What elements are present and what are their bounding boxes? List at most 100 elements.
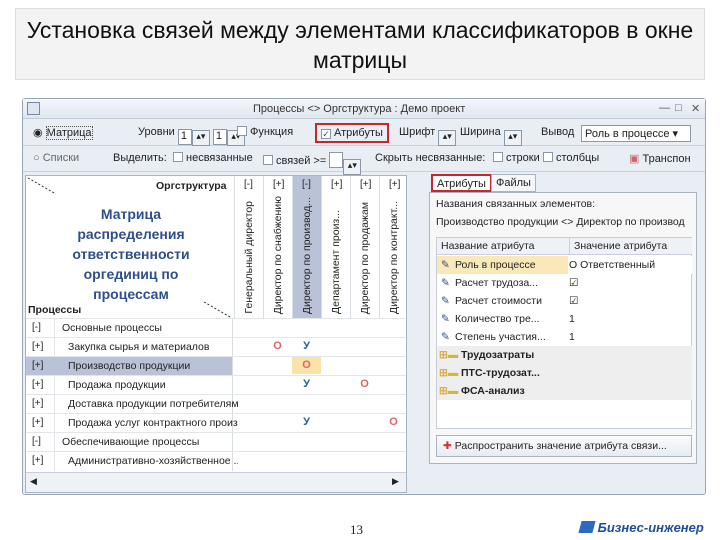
expand-toggle[interactable]: [-] bbox=[32, 322, 41, 333]
expand-toggle[interactable]: [+] bbox=[32, 379, 43, 390]
links-input[interactable] bbox=[329, 152, 344, 168]
level1-input[interactable]: 1 bbox=[177, 129, 192, 145]
attribute-group[interactable]: ⊞▬ ПТС-трудозат... bbox=[437, 364, 692, 382]
matrix-row[interactable]: [-] Основные процессы bbox=[26, 318, 406, 338]
page-number: 13 bbox=[350, 522, 363, 537]
expand-toggle[interactable]: [+] bbox=[360, 179, 371, 190]
row-label: Продажа услуг контрактного произ bbox=[68, 417, 238, 429]
expand-toggle[interactable]: [+] bbox=[389, 179, 400, 190]
column-header[interactable]: [-] Директор по производ... bbox=[292, 176, 321, 318]
function-checkbox[interactable]: Функция bbox=[237, 126, 293, 138]
column-header[interactable]: [+] Директор по контракт... bbox=[379, 176, 408, 318]
transpose-button[interactable]: ▣ Транспон bbox=[629, 152, 691, 165]
transpose-icon: ▣ bbox=[629, 153, 640, 165]
expand-toggle[interactable]: [+] bbox=[32, 417, 43, 428]
attribute-group[interactable]: ⊞▬ ФСА-анализ bbox=[437, 382, 692, 400]
level2-input[interactable]: 1 bbox=[212, 129, 227, 145]
matrix-cell[interactable]: У bbox=[292, 416, 321, 428]
attribute-name: Расчет трудоза... bbox=[455, 277, 539, 289]
rows-label: строки bbox=[506, 152, 540, 164]
tab-files[interactable]: Файлы bbox=[491, 174, 536, 192]
column-header[interactable]: [+] Департамент произ... bbox=[321, 176, 350, 318]
width-control[interactable]: Ширина ▴▾ bbox=[460, 126, 522, 146]
minimize-button[interactable]: — bbox=[659, 102, 670, 114]
window-title: Процессы <> Оргструктура : Демо проект bbox=[253, 103, 466, 115]
font-control[interactable]: Шрифт ▴▾ bbox=[399, 126, 457, 146]
expand-toggle[interactable]: [-] bbox=[302, 179, 311, 190]
spread-value-button[interactable]: ✚ Распространить значение атрибута связи… bbox=[436, 435, 692, 457]
matrix-cell[interactable]: О bbox=[350, 378, 379, 390]
matrix-cell[interactable]: У bbox=[292, 378, 321, 390]
linked-value: Производство продукции <> Директор по пр… bbox=[436, 216, 685, 228]
column-header[interactable]: [-] Генеральный директор bbox=[234, 176, 263, 318]
expand-toggle[interactable]: [-] bbox=[244, 179, 253, 190]
attribute-icon: ✎ bbox=[441, 295, 450, 307]
hide-rows-checkbox[interactable]: строки bbox=[493, 152, 540, 164]
matrix-row[interactable]: [+] Производство продукции О bbox=[26, 356, 406, 376]
attributes-checkbox[interactable]: ✓ Атрибуты bbox=[315, 123, 389, 143]
matrix-row[interactable]: [+] Продажа продукции У О bbox=[26, 375, 406, 395]
column-header[interactable]: [+] Директор по продажам bbox=[350, 176, 379, 318]
matrix-cell[interactable]: О bbox=[292, 357, 321, 374]
attribute-value[interactable]: 1 bbox=[569, 313, 575, 325]
toolbar-row-2: ○ Списки Выделить: несвязанные связей >=… bbox=[23, 146, 705, 175]
folder-icon: ⊞▬ bbox=[439, 385, 459, 397]
expand-toggle[interactable]: [+] bbox=[32, 341, 43, 352]
expand-toggle[interactable]: [+] bbox=[273, 179, 284, 190]
expand-toggle[interactable]: [+] bbox=[331, 179, 342, 190]
matrix-row[interactable]: [-] Обеспечивающие процессы bbox=[26, 432, 406, 452]
expand-toggle[interactable]: [+] bbox=[32, 360, 43, 371]
attribute-row[interactable]: ✎ Количество тре... 1 bbox=[437, 310, 692, 328]
horizontal-scrollbar[interactable]: ◀ ▶ bbox=[26, 472, 406, 492]
expand-toggle[interactable]: [-] bbox=[32, 436, 41, 447]
attributes-panel: Названия связанных элементов: Производст… bbox=[429, 192, 697, 464]
col-value-header: Значение атрибута bbox=[569, 238, 692, 255]
attribute-value[interactable]: ☑ bbox=[569, 277, 578, 289]
attribute-name: Роль в процессе bbox=[455, 259, 536, 271]
row-label: Производство продукции bbox=[68, 360, 191, 372]
links-checkbox[interactable]: связей >= ▴▾ bbox=[263, 152, 362, 175]
folder-icon: ⊞▬ bbox=[439, 367, 459, 379]
column-header[interactable]: [+] Директор по снабжению bbox=[263, 176, 292, 318]
close-button[interactable]: ✕ bbox=[691, 102, 700, 115]
levels-label: Уровни bbox=[138, 126, 175, 138]
expand-toggle[interactable]: [+] bbox=[32, 398, 43, 409]
matrix-cell[interactable]: О bbox=[379, 416, 408, 428]
matrix-cell[interactable]: У bbox=[292, 340, 321, 352]
unlinked-checkbox[interactable]: несвязанные bbox=[173, 152, 253, 164]
matrix-row[interactable]: [+] Закупка сырья и материалов О У bbox=[26, 337, 406, 357]
attribute-value[interactable]: О Ответственный bbox=[569, 259, 655, 271]
matrix-row[interactable]: [+] Доставка продукции потребителям bbox=[26, 394, 406, 414]
attribute-row[interactable]: ✎ Роль в процессе О Ответственный bbox=[437, 256, 692, 274]
function-label: Функция bbox=[250, 126, 294, 138]
mode-matrix-radio[interactable]: ◉ Матрица bbox=[33, 126, 93, 140]
scroll-left-icon[interactable]: ◀ bbox=[30, 476, 37, 487]
mode-lists-label: Списки bbox=[42, 152, 80, 164]
group-name: ПТС-трудозат... bbox=[461, 367, 540, 379]
org-header: Оргструктура bbox=[156, 180, 227, 192]
output-select[interactable]: Роль в процессе ▾ bbox=[581, 124, 691, 142]
attribute-value[interactable]: ☑ bbox=[569, 295, 578, 307]
column-label: Директор по продажам bbox=[359, 201, 371, 314]
hide-columns-checkbox[interactable]: столбцы bbox=[543, 152, 599, 164]
matrix-row[interactable]: [+] Продажа услуг контрактного произ У О bbox=[26, 413, 408, 433]
mode-lists-radio[interactable]: ○ Списки bbox=[33, 152, 79, 164]
attribute-row[interactable]: ✎ Расчет трудоза... ☑ bbox=[437, 274, 692, 292]
scroll-right-icon[interactable]: ▶ bbox=[392, 476, 399, 487]
matrix-cell[interactable]: О bbox=[263, 340, 292, 352]
logo: Бизнес-инженер bbox=[578, 520, 704, 535]
matrix-row[interactable]: [+] Административно-хозяйственное ... bbox=[26, 451, 406, 471]
attribute-value[interactable]: 1 bbox=[569, 331, 575, 343]
expand-toggle[interactable]: [+] bbox=[32, 455, 43, 466]
attribute-row[interactable]: ✎ Расчет стоимости ☑ bbox=[437, 292, 692, 310]
attribute-group[interactable]: ⊞▬ Трудозатраты bbox=[437, 346, 692, 364]
level1-spin[interactable]: ▴▾ bbox=[191, 130, 210, 146]
tab-attributes[interactable]: Атрибуты bbox=[431, 174, 492, 192]
column-label: Директор по производ... bbox=[301, 196, 313, 314]
attribute-row[interactable]: ✎ Степень участия... 1 bbox=[437, 328, 692, 346]
col-name-header: Название атрибута bbox=[437, 238, 569, 255]
attributes-label: Атрибуты bbox=[334, 127, 383, 139]
mode-matrix-label: Матрица bbox=[45, 126, 93, 140]
maximize-button[interactable]: □ bbox=[675, 102, 682, 114]
logo-icon bbox=[578, 521, 596, 533]
